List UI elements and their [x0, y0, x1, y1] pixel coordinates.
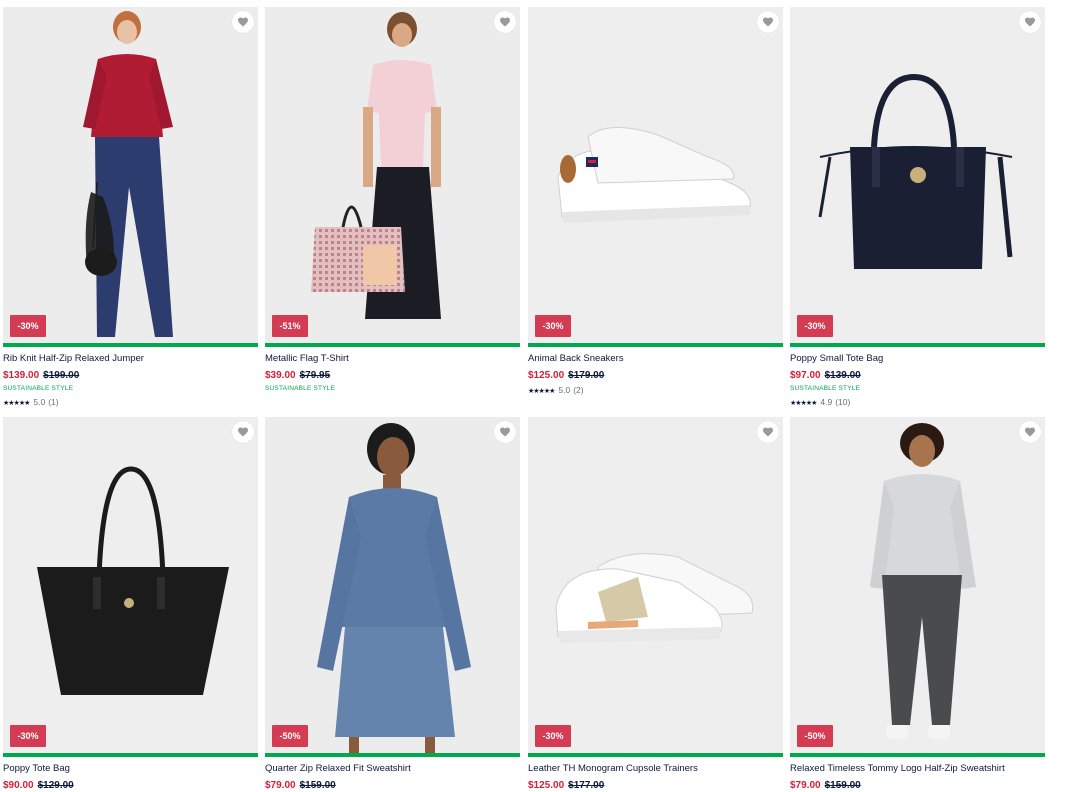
- original-price: $177.00: [568, 780, 605, 791]
- discount-badge: -30%: [797, 315, 833, 337]
- rating: ★★★★★ 5.0 (2): [528, 385, 783, 395]
- heart-icon: [500, 427, 510, 437]
- product-name[interactable]: Quarter Zip Relaxed Fit Sweatshirt: [265, 763, 520, 775]
- discount-badge: -30%: [535, 725, 571, 747]
- wishlist-button[interactable]: [232, 11, 254, 33]
- review-count: (1): [48, 397, 59, 407]
- product-image[interactable]: -30%: [3, 417, 258, 757]
- heart-icon: [1025, 427, 1035, 437]
- star-rating-icon: ★★★★★: [528, 388, 555, 395]
- heart-icon: [238, 17, 248, 27]
- wishlist-button[interactable]: [1019, 11, 1041, 33]
- sustainable-tag: SUSTAINABLE STYLE: [790, 385, 861, 392]
- product-card[interactable]: -30% Animal Back Sneakers $125.00 $179.00…: [528, 7, 783, 395]
- original-price: $159.00: [824, 780, 861, 791]
- discount-badge: -50%: [797, 725, 833, 747]
- product-card[interactable]: -51% Metallic Flag T-Shirt $39.00 $79.95 …: [265, 7, 520, 394]
- product-image[interactable]: -30%: [528, 7, 783, 347]
- review-count: (10): [835, 397, 851, 407]
- rating-value: 5.0: [558, 385, 571, 395]
- rating: ★★★★★ 4.9 (10): [790, 397, 1045, 407]
- wishlist-button[interactable]: [757, 421, 779, 443]
- wishlist-button[interactable]: [494, 421, 516, 443]
- product-card[interactable]: -30% Leather TH Monogram Cupsole Trainer…: [528, 417, 783, 792]
- product-grid: -30% Rib Knit Half-Zip Relaxed Jumper $1…: [0, 0, 1080, 792]
- product-name[interactable]: Animal Back Sneakers: [528, 353, 783, 365]
- discount-badge: -30%: [10, 315, 46, 337]
- wishlist-button[interactable]: [232, 421, 254, 443]
- rating-value: 5.0: [33, 397, 46, 407]
- sale-price: $39.00: [265, 370, 296, 381]
- wishlist-button[interactable]: [757, 11, 779, 33]
- product-image[interactable]: -50%: [265, 417, 520, 757]
- product-image[interactable]: -30%: [3, 7, 258, 347]
- sale-price: $125.00: [528, 370, 565, 381]
- sale-price: $79.00: [265, 780, 296, 791]
- heart-icon: [763, 427, 773, 437]
- sale-price: $139.00: [3, 370, 40, 381]
- product-prices: $39.00 $79.95: [265, 370, 520, 382]
- product-image[interactable]: -51%: [265, 7, 520, 347]
- product-card[interactable]: -30% Poppy Tote Bag $90.00 $129.00: [3, 417, 258, 792]
- sustainable-tag: SUSTAINABLE STYLE: [265, 385, 336, 392]
- discount-badge: -30%: [535, 315, 571, 337]
- product-name[interactable]: Poppy Tote Bag: [3, 763, 258, 775]
- product-name[interactable]: Metallic Flag T-Shirt: [265, 353, 520, 365]
- discount-badge: -30%: [10, 725, 46, 747]
- product-card[interactable]: -50% Relaxed Timeless Tommy Logo Half-Zi…: [790, 417, 1045, 792]
- product-prices: $125.00 $179.00: [528, 370, 783, 382]
- product-card[interactable]: -30% Poppy Small Tote Bag $97.00 $139.00 …: [790, 7, 1045, 407]
- wishlist-button[interactable]: [1019, 421, 1041, 443]
- original-price: $179.00: [568, 370, 605, 381]
- original-price: $199.00: [43, 370, 80, 381]
- sale-price: $97.00: [790, 370, 821, 381]
- product-prices: $97.00 $139.00: [790, 370, 1045, 382]
- discount-badge: -51%: [272, 315, 308, 337]
- review-count: (2): [573, 385, 584, 395]
- sale-price: $125.00: [528, 780, 565, 791]
- product-image[interactable]: -30%: [790, 7, 1045, 347]
- original-price: $129.00: [37, 780, 74, 791]
- product-name[interactable]: Leather TH Monogram Cupsole Trainers: [528, 763, 783, 775]
- original-price: $79.95: [299, 370, 331, 381]
- product-photo-tshirt: [265, 7, 520, 343]
- product-photo-half-zip-sweatshirt: [790, 417, 1045, 753]
- original-price: $139.00: [824, 370, 861, 381]
- star-rating-icon: ★★★★★: [790, 400, 817, 407]
- product-name[interactable]: Rib Knit Half-Zip Relaxed Jumper: [3, 353, 258, 365]
- rating-value: 4.9: [820, 397, 833, 407]
- product-prices: $139.00 $199.00: [3, 370, 258, 382]
- product-card[interactable]: -30% Rib Knit Half-Zip Relaxed Jumper $1…: [3, 7, 258, 407]
- rating: ★★★★★ 5.0 (1): [3, 397, 258, 407]
- sustainable-tag: SUSTAINABLE STYLE: [3, 385, 74, 392]
- product-image[interactable]: -50%: [790, 417, 1045, 757]
- heart-icon: [238, 427, 248, 437]
- wishlist-button[interactable]: [494, 11, 516, 33]
- product-prices: $90.00 $129.00: [3, 780, 258, 792]
- heart-icon: [1025, 17, 1035, 27]
- product-prices: $125.00 $177.00: [528, 780, 783, 792]
- sale-price: $79.00: [790, 780, 821, 791]
- discount-badge: -50%: [272, 725, 308, 747]
- heart-icon: [500, 17, 510, 27]
- sale-price: $90.00: [3, 780, 34, 791]
- product-card[interactable]: -50% Quarter Zip Relaxed Fit Sweatshirt …: [265, 417, 520, 792]
- star-rating-icon: ★★★★★: [3, 400, 30, 407]
- product-photo-jumper: [3, 7, 258, 343]
- product-image[interactable]: -30%: [528, 417, 783, 757]
- product-photo-tote: [3, 417, 258, 753]
- product-name[interactable]: Poppy Small Tote Bag: [790, 353, 1045, 365]
- product-name[interactable]: Relaxed Timeless Tommy Logo Half-Zip Swe…: [790, 763, 1045, 775]
- original-price: $159.00: [299, 780, 336, 791]
- product-prices: $79.00 $159.00: [265, 780, 520, 792]
- product-photo-sweatshirt-denim: [265, 417, 520, 753]
- product-prices: $79.00 $159.00: [790, 780, 1045, 792]
- heart-icon: [763, 17, 773, 27]
- product-photo-small-tote: [790, 7, 1045, 343]
- product-photo-trainers: [528, 417, 783, 753]
- product-photo-sneakers: [528, 7, 783, 343]
